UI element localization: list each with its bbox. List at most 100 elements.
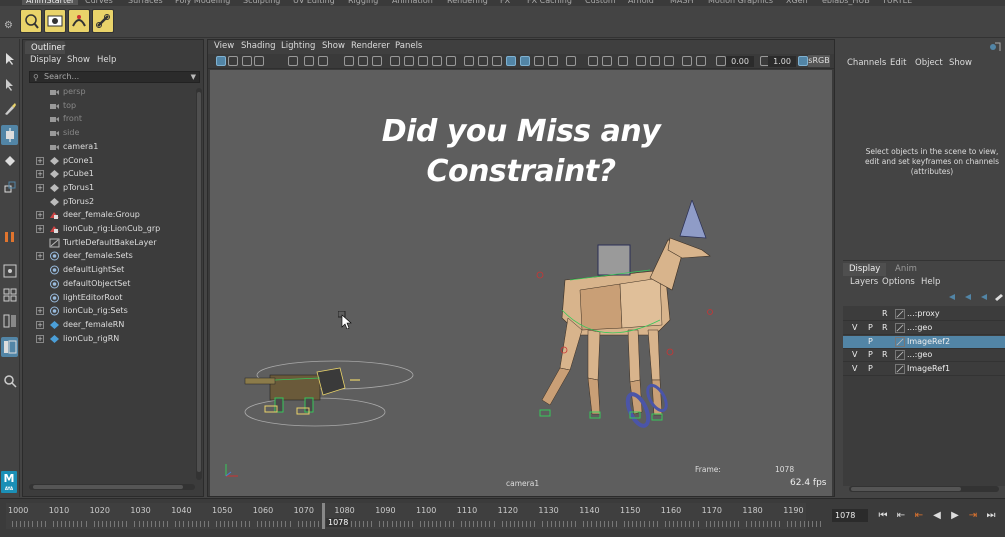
viewport-menu-view[interactable]: View <box>214 41 234 51</box>
layer-color-swatch[interactable] <box>895 309 905 319</box>
outliner-item-front[interactable]: front <box>29 113 199 126</box>
exposure-icon[interactable] <box>716 56 726 66</box>
layer-row[interactable]: V P R ...:geo <box>843 349 1005 363</box>
xray-joints-icon[interactable] <box>492 56 502 66</box>
shelf-tab-turtle[interactable]: TURTLE <box>882 0 912 5</box>
outliner-layout-icon[interactable] <box>1 337 18 357</box>
channel-box-menu-object[interactable]: Object <box>915 58 943 68</box>
shadows-icon[interactable] <box>404 56 414 66</box>
play-forward-icon[interactable]: ▶ <box>948 507 962 525</box>
time-ruler[interactable]: 1000 1010 1020 1030 1040 1050 1060 1070 1080 1090… <box>6 503 821 529</box>
layer-color-swatch[interactable] <box>895 322 905 333</box>
layer-reference-toggle[interactable]: R <box>882 323 888 332</box>
outliner-tab[interactable]: Outliner <box>25 41 65 54</box>
shelf-tab-rendering[interactable]: Rendering <box>447 0 488 5</box>
exposure-field[interactable]: 0.00 <box>726 56 754 67</box>
layer-playback-toggle[interactable]: P <box>868 364 873 373</box>
panel-toggle-icons[interactable] <box>959 41 1003 53</box>
resolution-gate-icon[interactable] <box>318 56 328 66</box>
current-frame-field[interactable]: 1078 <box>832 509 868 522</box>
layer-editor-scrollbar[interactable] <box>849 486 999 492</box>
outliner-item-camera1[interactable]: camera1 <box>29 141 199 154</box>
outliner-item-side[interactable]: side <box>29 127 199 140</box>
layer-tool-icons[interactable] <box>943 291 1005 303</box>
xray-active-icon[interactable] <box>506 56 516 66</box>
outliner-item-defaultobjectset[interactable]: defaultObjectSet <box>29 278 199 291</box>
layer-menu-layers[interactable]: Layers <box>850 277 878 287</box>
expand-icon[interactable]: + <box>36 183 44 192</box>
layer-row[interactable]: V P ImageRef1 <box>843 363 1005 377</box>
go-to-end-icon[interactable]: ⏭ <box>984 507 998 525</box>
layer-reference-toggle[interactable]: R <box>882 309 888 318</box>
outliner-menu-display[interactable]: Display <box>30 55 61 65</box>
safe-action-icon[interactable] <box>696 56 706 66</box>
gate-mask-icon[interactable] <box>664 56 674 66</box>
show-manipulator-icon[interactable] <box>1 227 18 247</box>
shelf-tab-animation[interactable]: Animation <box>392 0 433 5</box>
backface-culling-icon[interactable] <box>534 56 544 66</box>
tab-anim[interactable]: Anim <box>889 263 923 276</box>
select-tool-icon[interactable] <box>1 49 18 69</box>
expand-icon[interactable]: + <box>36 334 44 343</box>
viewport-menu-lighting[interactable]: Lighting <box>281 41 315 51</box>
smooth-shade-icon[interactable] <box>358 56 368 66</box>
channel-box-menu-channels[interactable]: Channels <box>847 58 886 68</box>
layer-color-swatch[interactable] <box>895 364 905 375</box>
step-back-frame-icon[interactable]: ⇤ <box>912 507 926 525</box>
outliner-item-deer-female-group[interactable]: + deer_female:Group <box>29 209 199 222</box>
layer-color-swatch[interactable] <box>895 350 905 361</box>
camera-tools-icon[interactable] <box>228 56 238 66</box>
motion-blur-icon[interactable] <box>432 56 442 66</box>
grid-icon[interactable] <box>288 56 298 66</box>
shelf-tab-mash[interactable]: MASH <box>670 0 693 5</box>
outliner-item-persp[interactable]: persp <box>29 86 199 99</box>
shelf-tab-custom[interactable]: Custom <box>585 0 616 5</box>
shelf-tool-1-icon[interactable] <box>20 9 42 33</box>
ambient-occlusion-icon[interactable] <box>418 56 428 66</box>
chevron-down-icon[interactable]: ▼ <box>191 72 196 82</box>
layer-playback-toggle[interactable]: P <box>868 323 873 332</box>
lasso-tool-icon[interactable] <box>1 75 18 95</box>
shelf-tab-animstarter[interactable]: AnimStarter <box>22 0 79 5</box>
deer-rig-illustration[interactable] <box>510 200 750 430</box>
single-pane-layout-icon[interactable] <box>1 261 18 281</box>
expand-icon[interactable]: + <box>36 320 44 329</box>
layer-color-swatch[interactable] <box>895 336 905 347</box>
outliner-horizontal-scrollbar[interactable] <box>29 484 195 490</box>
layer-reference-toggle[interactable]: R <box>882 350 888 359</box>
go-to-start-icon[interactable]: ⏮ <box>876 507 890 525</box>
smooth-wireframe-icon[interactable] <box>548 56 558 66</box>
outliner-item-lighteditorroot[interactable]: lightEditorRoot <box>29 292 199 305</box>
bookmark-icon[interactable] <box>242 56 252 66</box>
screen-space-ao-icon[interactable] <box>602 56 612 66</box>
layer-playback-toggle[interactable]: P <box>868 350 873 359</box>
scale-tool-icon[interactable] <box>1 177 18 197</box>
shelf-tab-xgen[interactable]: XGen <box>786 0 808 5</box>
viewport-canvas[interactable]: Did you Miss any Constraint? Frame: 1078… <box>210 70 832 496</box>
move-tool-icon[interactable] <box>1 125 18 145</box>
channel-box-menu-edit[interactable]: Edit <box>890 58 906 68</box>
shelf-tab-fx[interactable]: FX <box>500 0 510 5</box>
expand-icon[interactable]: + <box>36 307 44 316</box>
layer-playback-toggle[interactable]: P <box>868 337 873 346</box>
shelf-tab-poly-modeling[interactable]: Poly Modeling <box>175 0 230 5</box>
image-plane-icon[interactable] <box>254 56 264 66</box>
outliner-menu-help[interactable]: Help <box>97 55 116 65</box>
texture-icon[interactable] <box>650 56 660 66</box>
two-pane-layout-icon[interactable] <box>1 311 18 331</box>
outliner-menu-show[interactable]: Show <box>67 55 90 65</box>
layer-visibility-toggle[interactable]: V <box>852 350 857 359</box>
layer-visibility-toggle[interactable]: V <box>852 364 857 373</box>
viewport-menu-renderer[interactable]: Renderer <box>351 41 390 51</box>
layer-menu-options[interactable]: Options <box>882 277 915 287</box>
gamma-field[interactable]: 1.00 <box>768 56 796 67</box>
outliner-item-lioncub-rigrn[interactable]: + lionCub_rigRN <box>29 333 199 346</box>
shelf-tool-3-icon[interactable] <box>68 9 90 33</box>
outliner-item-lioncub-rig-lioncub-grp[interactable]: + lionCub_rig:LionCub_grp <box>29 223 199 236</box>
search-tool-icon[interactable] <box>1 371 18 391</box>
outliner-item-ptorus2[interactable]: pTorus2 <box>29 196 199 209</box>
layer-row[interactable]: P ImageRef2 <box>843 335 1005 349</box>
shelf-tool-4-icon[interactable] <box>92 9 114 33</box>
layer-visibility-toggle[interactable]: V <box>852 323 857 332</box>
shelf-tool-2-icon[interactable] <box>44 9 66 33</box>
